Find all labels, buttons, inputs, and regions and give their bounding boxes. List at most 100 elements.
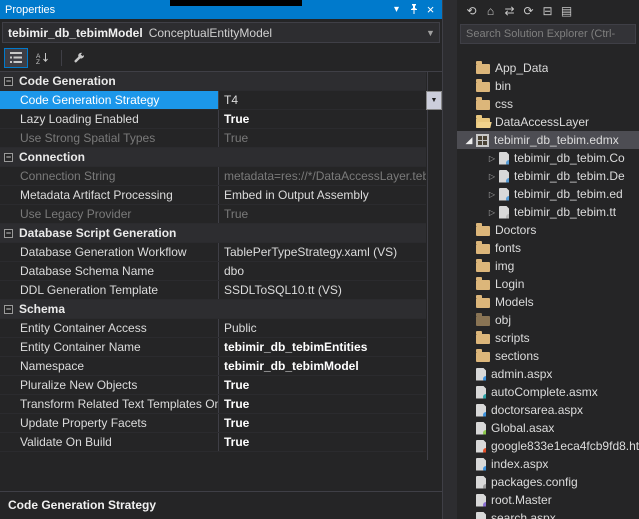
tree-item-tebimir-db-tebim-ed[interactable]: ▷ tebimir_db_tebim.ed [457, 185, 639, 203]
property-row-transform-related-text-templates-on[interactable]: Transform Related Text Templates On True [0, 395, 426, 414]
property-row-update-property-facets[interactable]: Update Property Facets True [0, 414, 426, 433]
pin-icon[interactable] [405, 0, 422, 19]
collapse-icon[interactable]: − [4, 304, 13, 314]
property-name: Transform Related Text Templates On [0, 395, 219, 413]
tree-item-fonts[interactable]: fonts [457, 239, 639, 257]
tree-item-bin[interactable]: bin [457, 77, 639, 95]
show-all-files-icon[interactable]: ▤ [557, 4, 576, 18]
property-row-pluralize-new-objects[interactable]: Pluralize New Objects True [0, 376, 426, 395]
collapse-icon[interactable]: − [4, 228, 13, 238]
tree-item-dataaccesslayer[interactable]: DataAccessLayer [457, 113, 639, 131]
property-row-entity-container-access[interactable]: Entity Container Access Public [0, 319, 426, 338]
tree-expand-icon[interactable]: ▷ [485, 172, 499, 181]
tree-item-scripts[interactable]: scripts [457, 329, 639, 347]
tree-item-search-aspx[interactable]: search.aspx [457, 509, 639, 519]
tree-item-doctorsarea-aspx[interactable]: doctorsarea.aspx [457, 401, 639, 419]
tree-item-admin-aspx[interactable]: admin.aspx [457, 365, 639, 383]
tree-expand-icon[interactable]: ▷ [485, 154, 499, 163]
sync-with-active-document-icon[interactable]: ⟳ [519, 4, 538, 18]
category-row-schema[interactable]: − Schema [0, 300, 426, 319]
solution-explorer-toolbar: ⟲ ⌂ ⇄ ⟳ ⊟ ▤ [457, 0, 639, 22]
property-row-entity-container-name[interactable]: Entity Container Name tebimir_db_tebimEnt… [0, 338, 426, 357]
tree-item-tebimir-db-tebim-de[interactable]: ▷ tebimir_db_tebim.De [457, 167, 639, 185]
alphabetical-view-button[interactable]: AZ [30, 48, 54, 68]
tree-item-sections[interactable]: sections [457, 347, 639, 365]
property-value[interactable]: tebimir_db_tebimEntities [219, 338, 426, 356]
tree-expand-icon[interactable]: ▷ [485, 190, 499, 199]
home-icon[interactable]: ⌂ [481, 4, 500, 18]
tree-item-label: App_Data [495, 61, 549, 75]
property-value[interactable]: True [219, 129, 426, 147]
tree-item-tebimir-db-tebim-co[interactable]: ▷ tebimir_db_tebim.Co [457, 149, 639, 167]
switch-views-icon[interactable]: ⇄ [500, 4, 519, 18]
property-row-ddl-generation-template[interactable]: DDL Generation Template SSDLToSQL10.tt (V… [0, 281, 426, 300]
tree-item-global-asax[interactable]: Global.asax [457, 419, 639, 437]
tree-item-label: img [495, 259, 515, 273]
tree-item-packages-config[interactable]: packages.config [457, 473, 639, 491]
tree-expand-icon[interactable]: ◢ [462, 135, 476, 146]
property-value[interactable]: SSDLToSQL10.tt (VS) [219, 281, 426, 299]
collapse-icon[interactable]: − [4, 76, 13, 86]
description-title: Code Generation Strategy [8, 498, 157, 512]
collapse-all-icon[interactable]: ⊟ [538, 4, 557, 18]
property-row-metadata-artifact-processing[interactable]: Metadata Artifact Processing Embed in Out… [0, 186, 426, 205]
category-row-connection[interactable]: − Connection [0, 148, 426, 167]
property-value[interactable]: True [219, 110, 426, 128]
tree-expand-icon[interactable]: ▷ [485, 208, 499, 217]
back-icon[interactable]: ⟲ [462, 4, 481, 18]
categorized-view-button[interactable] [4, 48, 28, 68]
tree-item-tebimir-db-tebim-tt[interactable]: ▷ tebimir_db_tebim.tt [457, 203, 639, 221]
property-value[interactable]: Public [219, 319, 426, 337]
tree-item-css[interactable]: css [457, 95, 639, 113]
property-value[interactable]: True [219, 376, 426, 394]
properties-toolbar: AZ [0, 45, 442, 71]
property-value[interactable]: dbo [219, 262, 426, 280]
property-grid-scrollbar[interactable] [427, 72, 442, 460]
description-pane: Code Generation Strategy [0, 491, 442, 519]
property-value[interactable]: T4 [219, 91, 426, 109]
tree-item-index-aspx[interactable]: index.aspx [457, 455, 639, 473]
property-value[interactable]: True [219, 395, 426, 413]
property-name: Database Generation Workflow [0, 243, 219, 261]
property-row-use-strong-spatial-types[interactable]: Use Strong Spatial Types True [0, 129, 426, 148]
property-row-lazy-loading-enabled[interactable]: Lazy Loading Enabled True [0, 110, 426, 129]
collapse-icon[interactable]: − [4, 152, 13, 162]
tree-item-models[interactable]: Models [457, 293, 639, 311]
search-box [460, 24, 636, 44]
property-row-database-schema-name[interactable]: Database Schema Name dbo [0, 262, 426, 281]
property-value[interactable]: tebimir_db_tebimModel [219, 357, 426, 375]
property-value[interactable]: TablePerTypeStrategy.xaml (VS) [219, 243, 426, 261]
tree-item-tebimir-db-tebim-edmx[interactable]: ◢ tebimir_db_tebim.edmx [457, 131, 639, 149]
property-row-connection-string[interactable]: Connection String metadata=res://*/DataAc… [0, 167, 426, 186]
property-row-use-legacy-provider[interactable]: Use Legacy Provider True [0, 205, 426, 224]
category-row-code-generation[interactable]: − Code Generation [0, 72, 426, 91]
property-row-code-generation-strategy[interactable]: Code Generation Strategy T4 ▼ [0, 91, 442, 110]
close-icon[interactable]: × [422, 0, 439, 19]
object-type: ConceptualEntityModel [148, 25, 273, 40]
tree-item-obj[interactable]: obj [457, 311, 639, 329]
tree-item-login[interactable]: Login [457, 275, 639, 293]
tree-item-img[interactable]: img [457, 257, 639, 275]
tree-item-autocomplete-asmx[interactable]: autoComplete.asmx [457, 383, 639, 401]
tree-item-label: scripts [495, 331, 530, 345]
object-selector-combo[interactable]: tebimir_db_tebimModel ConceptualEntityMo… [2, 22, 440, 43]
property-name: Connection String [0, 167, 219, 185]
property-row-validate-on-build[interactable]: Validate On Build True [0, 433, 426, 452]
property-value[interactable]: True [219, 205, 426, 223]
tree-item-doctors[interactable]: Doctors [457, 221, 639, 239]
property-name: Entity Container Name [0, 338, 219, 356]
property-value[interactable]: metadata=res://*/DataAccessLayer.tebim [219, 167, 426, 185]
window-position-icon[interactable]: ▾ [388, 0, 405, 19]
property-pages-button[interactable] [67, 48, 91, 68]
property-value[interactable]: Embed in Output Assembly [219, 186, 426, 204]
property-row-database-generation-workflow[interactable]: Database Generation Workflow TablePerType… [0, 243, 426, 262]
tree-item-app-data[interactable]: App_Data [457, 59, 639, 77]
property-value[interactable]: True [219, 433, 426, 451]
tree-item-google833e1eca4fcb9fd8-ht[interactable]: google833e1eca4fcb9fd8.ht [457, 437, 639, 455]
category-row-database-script-generation[interactable]: − Database Script Generation [0, 224, 426, 243]
value-dropdown-button[interactable]: ▼ [426, 91, 442, 110]
search-input[interactable] [461, 25, 635, 43]
property-row-namespace[interactable]: Namespace tebimir_db_tebimModel [0, 357, 426, 376]
property-value[interactable]: True [219, 414, 426, 432]
tree-item-root-master[interactable]: root.Master [457, 491, 639, 509]
